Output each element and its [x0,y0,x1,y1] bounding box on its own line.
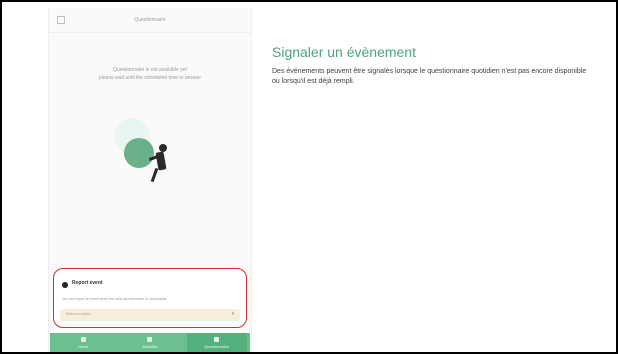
phone-message-line2: please wait until the scheduled time to … [98,75,201,81]
nav-item-activities[interactable]: Activities [120,336,180,349]
event-card-description: You can report an event when the daily q… [62,297,167,301]
illustration-clock-icon [124,138,154,168]
event-select-placeholder: Select an event [66,312,91,316]
home-icon [80,336,86,342]
nav-item-home[interactable]: Home [53,336,113,349]
activities-icon [147,336,153,342]
illustration [109,118,199,198]
phone-header-title: Questionnaire [134,17,166,23]
menu-icon[interactable] [57,16,65,24]
phone-message-line1: Questionnaire is not available yet [113,67,187,73]
phone-message: Questionnaire is not available yet pleas… [75,66,225,82]
info-title: Signaler un évènement [272,44,416,60]
chevron-down-icon: ▾ [231,311,234,317]
illustration-person-leg [150,167,159,183]
nav-item-questionnaire[interactable]: Questionnaire [186,333,247,352]
questionnaire-icon [214,336,220,342]
nav-item-home-label: Home [77,343,89,349]
info-panel: Signaler un évènement Des événements peu… [272,43,592,87]
bottom-navigation: Home Activities Questionnaire [50,333,250,352]
event-select-field[interactable]: Select an event ▾ [60,309,240,321]
nav-item-activities-label: Activities [142,343,158,349]
event-card-dot-icon [62,282,68,288]
phone-header: Questionnaire [49,8,251,33]
nav-item-questionnaire-label: Questionnaire [204,343,230,349]
report-event-card[interactable]: Report event You can report an event whe… [53,268,247,328]
illustration-person-head [159,144,167,152]
event-card-title: Report event [72,280,103,286]
info-description: Des événements peuvent être signalés lor… [272,68,587,85]
